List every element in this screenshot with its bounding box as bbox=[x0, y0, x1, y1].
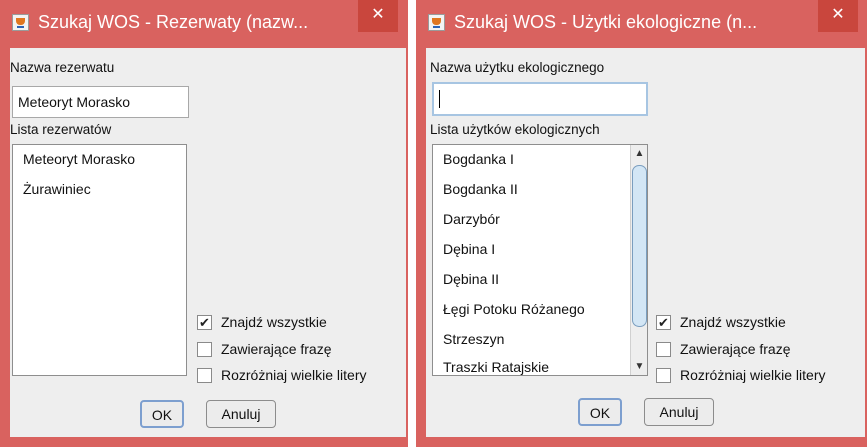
list-item[interactable]: Żurawiniec bbox=[23, 181, 91, 197]
list-item[interactable]: Bogdanka II bbox=[443, 181, 518, 197]
reserve-list-label: Lista rezerwatów bbox=[10, 122, 112, 137]
list-item[interactable]: Meteoryt Morasko bbox=[23, 151, 135, 167]
eco-site-list[interactable]: Bogdanka I Bogdanka II Darzybór Dębina I… bbox=[432, 144, 648, 376]
window-title: Szukaj WOS - Rezerwaty (nazw... bbox=[38, 12, 309, 32]
scroll-up-arrow-icon[interactable]: ▲ bbox=[632, 145, 647, 162]
scroll-thumb[interactable] bbox=[632, 165, 647, 327]
eco-site-name-input[interactable] bbox=[432, 82, 648, 116]
vertical-scrollbar[interactable]: ▲ ▼ bbox=[630, 145, 647, 375]
title-bar[interactable]: Szukaj WOS - Rezerwaty (nazw... ✕ bbox=[0, 0, 408, 48]
ok-button[interactable]: OK bbox=[578, 398, 622, 426]
list-item[interactable]: Strzeszyn bbox=[443, 331, 504, 347]
reserve-name-input[interactable]: Meteoryt Morasko bbox=[12, 86, 189, 118]
find-all-label: Znajdź wszystkie bbox=[680, 314, 786, 330]
reserve-name-label: Nazwa rezerwatu bbox=[10, 60, 115, 75]
eco-site-list-label: Lista użytków ekologicznych bbox=[430, 122, 600, 137]
match-case-label: Rozróżniaj wielkie litery bbox=[221, 367, 367, 383]
window-title: Szukaj WOS - Użytki ekologiczne (n... bbox=[454, 12, 758, 32]
contains-phrase-label: Zawierające frazę bbox=[221, 341, 332, 357]
find-all-label: Znajdź wszystkie bbox=[221, 314, 327, 330]
cancel-button[interactable]: Anuluj bbox=[644, 398, 714, 426]
list-item[interactable]: Bogdanka I bbox=[443, 151, 514, 167]
text-caret bbox=[439, 90, 440, 108]
contains-phrase-checkbox[interactable] bbox=[197, 342, 212, 357]
reserves-search-dialog: Szukaj WOS - Rezerwaty (nazw... ✕ Nazwa … bbox=[0, 0, 408, 447]
find-all-checkbox[interactable]: ✔ bbox=[656, 315, 671, 330]
eco-site-name-label: Nazwa użytku ekologicznego bbox=[430, 60, 605, 75]
ok-button[interactable]: OK bbox=[140, 400, 184, 428]
dialog-content: Nazwa rezerwatu Meteoryt Morasko Lista r… bbox=[10, 48, 406, 437]
match-case-checkbox[interactable] bbox=[197, 368, 212, 383]
java-app-icon bbox=[12, 14, 29, 31]
list-item[interactable]: Dębina II bbox=[443, 271, 499, 287]
list-item[interactable]: Darzybór bbox=[443, 211, 500, 227]
reserve-list[interactable]: Meteoryt Morasko Żurawiniec bbox=[12, 144, 187, 376]
title-bar[interactable]: Szukaj WOS - Użytki ekologiczne (n... ✕ bbox=[416, 0, 867, 48]
list-item[interactable]: Łęgi Potoku Różanego bbox=[443, 301, 585, 317]
dialog-content: Nazwa użytku ekologicznego Lista użytków… bbox=[426, 48, 865, 437]
match-case-label: Rozróżniaj wielkie litery bbox=[680, 367, 826, 383]
find-all-checkbox[interactable]: ✔ bbox=[197, 315, 212, 330]
java-app-icon bbox=[428, 14, 445, 31]
contains-phrase-label: Zawierające frazę bbox=[680, 341, 791, 357]
match-case-checkbox[interactable] bbox=[656, 368, 671, 383]
contains-phrase-checkbox[interactable] bbox=[656, 342, 671, 357]
list-item[interactable]: Traszki Ratajskie bbox=[443, 359, 549, 375]
eco-sites-search-dialog: Szukaj WOS - Użytki ekologiczne (n... ✕ … bbox=[416, 0, 867, 447]
list-item[interactable]: Dębina I bbox=[443, 241, 495, 257]
close-button[interactable]: ✕ bbox=[818, 0, 858, 32]
scroll-down-arrow-icon[interactable]: ▼ bbox=[632, 358, 647, 375]
cancel-button[interactable]: Anuluj bbox=[206, 400, 276, 428]
close-button[interactable]: ✕ bbox=[358, 0, 398, 32]
